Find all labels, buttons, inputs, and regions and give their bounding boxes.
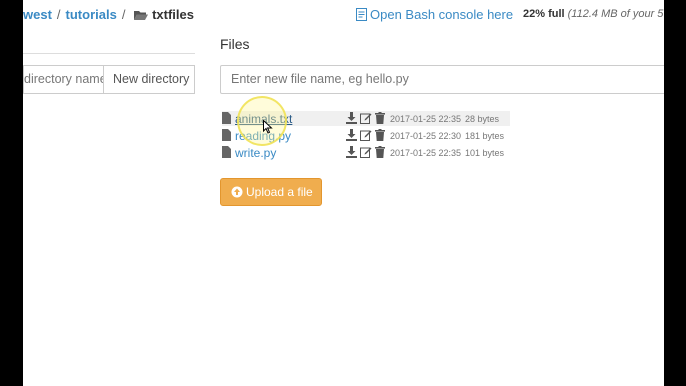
directories-divider — [23, 53, 195, 54]
breadcrumb-separator: / — [56, 7, 61, 22]
file-browser-page: west / tutorials / txtfiles Open Bash conso… — [23, 0, 664, 386]
download-icon[interactable] — [346, 129, 357, 144]
open-bash-console-label: Open Bash console here — [370, 7, 514, 22]
edit-icon[interactable] — [360, 146, 372, 161]
cursor-highlight — [237, 96, 287, 146]
trash-icon[interactable] — [375, 112, 385, 127]
breadcrumb-item-current: txtfiles — [130, 7, 194, 22]
files-heading: Files — [220, 36, 250, 52]
new-directory-input[interactable]: directory name — [23, 65, 103, 94]
file-icon — [222, 146, 231, 161]
breadcrumb-separator: / — [121, 7, 126, 22]
storage-quota: 22% full (112.4 MB of your 5 — [523, 8, 663, 20]
download-icon[interactable] — [346, 112, 357, 127]
file-size: 101 bytes — [465, 148, 505, 158]
file-size: 28 bytes — [465, 114, 500, 124]
quota-detail: (112.4 MB of your 5 — [567, 8, 664, 20]
new-file-input[interactable]: Enter new file name, eg hello.py — [220, 65, 664, 94]
mouse-cursor-icon — [263, 119, 273, 139]
download-icon[interactable] — [346, 146, 357, 161]
trash-icon[interactable] — [375, 146, 385, 161]
quota-percent: 22% full — [523, 8, 565, 20]
file-size: 181 bytes — [465, 131, 505, 141]
upload-icon — [231, 186, 243, 201]
edit-icon[interactable] — [360, 112, 372, 127]
new-directory-button[interactable]: New directory — [103, 65, 195, 94]
breadcrumb: west / tutorials / txtfiles — [23, 7, 194, 24]
left-letterbox — [0, 0, 23, 386]
breadcrumb-item-user[interactable]: west — [23, 7, 52, 22]
file-modified-date: 2017-01-25 22:35 — [390, 148, 462, 158]
file-row: write.py 2017-01-25 22:35 101 bytes — [222, 145, 510, 160]
new-directory-form: directory name New directory — [23, 65, 195, 94]
file-modified-date: 2017-01-25 22:30 — [390, 131, 462, 141]
folder-open-icon — [134, 9, 149, 24]
upload-file-button[interactable]: Upload a file — [220, 178, 322, 206]
breadcrumb-current-label: txtfiles — [152, 7, 194, 22]
upload-file-label: Upload a file — [246, 185, 313, 199]
file-modified-date: 2017-01-25 22:35 — [390, 114, 462, 124]
file-link[interactable]: write.py — [235, 146, 276, 160]
right-letterbox — [664, 0, 686, 386]
edit-icon[interactable] — [360, 129, 372, 144]
file-icon — [222, 129, 231, 144]
file-icon — [222, 112, 231, 127]
console-icon — [356, 8, 367, 24]
open-bash-console-link[interactable]: Open Bash console here — [356, 7, 513, 24]
trash-icon[interactable] — [375, 129, 385, 144]
breadcrumb-item-tutorials[interactable]: tutorials — [66, 7, 117, 22]
